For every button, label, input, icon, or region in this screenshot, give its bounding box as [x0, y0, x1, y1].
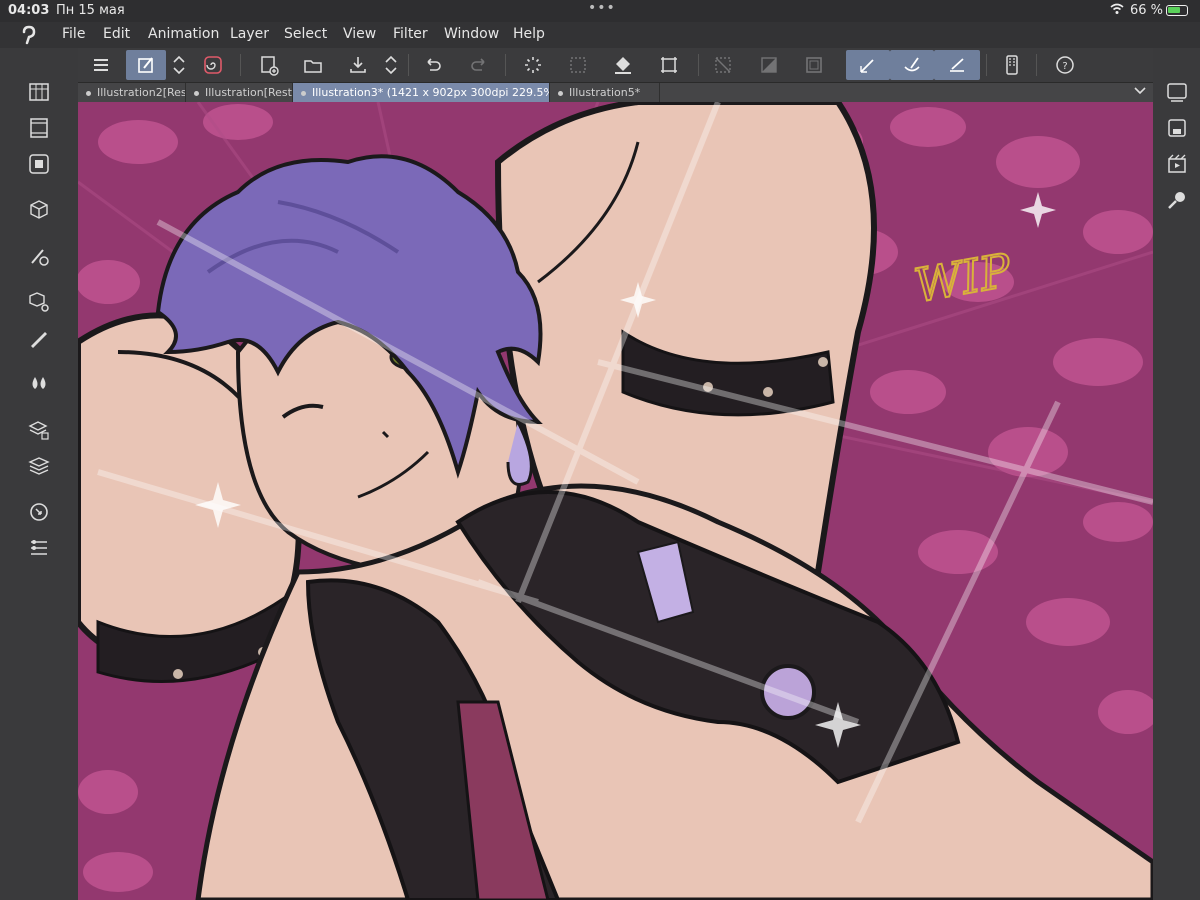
command-bar: »« ›» ? ‹ »«	[0, 48, 1200, 83]
menu-file[interactable]: File	[62, 26, 85, 42]
redo-icon[interactable]	[464, 50, 494, 80]
animation-icon[interactable]	[1165, 152, 1189, 176]
brush-settings-icon[interactable]	[27, 244, 51, 268]
battery-percent: 66 %	[1130, 3, 1164, 18]
menu-view[interactable]: View	[343, 26, 376, 42]
tab-illustration[interactable]: Illustration[Resto	[186, 83, 293, 102]
tab-illustration3[interactable]: Illustration3* (1421 x 902px 300dpi 229.…	[293, 83, 550, 102]
help-icon[interactable]: ?	[1050, 50, 1080, 80]
transform-select-icon[interactable]	[563, 50, 593, 80]
loading-icon[interactable]	[518, 50, 548, 80]
edit-mode-icon[interactable]	[126, 50, 166, 80]
toolbar-divider	[698, 54, 699, 76]
toolbar-divider	[408, 54, 409, 76]
left-palette-dock	[0, 48, 78, 900]
pencil-icon[interactable]	[27, 326, 51, 350]
multitask-dots[interactable]: •••	[588, 0, 616, 16]
tab-label: Illustration[Resto	[205, 86, 293, 99]
status-time: 04:03	[8, 3, 50, 18]
status-date: Пн 15 мая	[56, 3, 125, 18]
crop-icon[interactable]	[654, 50, 684, 80]
tab-label: Illustration5*	[569, 86, 641, 99]
tabs-dropdown-chevron-icon[interactable]	[1133, 83, 1147, 100]
tab-close-dot-icon[interactable]	[86, 90, 91, 96]
menu-help[interactable]: Help	[513, 26, 545, 42]
menu-animation[interactable]: Animation	[148, 26, 219, 42]
updown-icon[interactable]	[380, 50, 402, 80]
color-drops-icon[interactable]	[27, 372, 51, 396]
tab-close-dot-icon[interactable]	[194, 90, 199, 96]
ruler-snap-icon[interactable]	[846, 50, 890, 80]
tab-illustration5[interactable]: Illustration5*	[550, 83, 660, 102]
toolbar-divider	[986, 54, 987, 76]
brush-snap-icon[interactable]	[890, 50, 934, 80]
document-tabs: Illustration2[Res Illustration[Resto Ill…	[78, 83, 1153, 102]
material-icon[interactable]	[27, 418, 51, 442]
svg-text:?: ?	[1062, 61, 1067, 72]
tab-illustration2[interactable]: Illustration2[Res	[78, 83, 186, 102]
panel-icon[interactable]	[1165, 80, 1189, 104]
navigator-icon[interactable]	[27, 152, 51, 176]
toolbar-divider	[505, 54, 506, 76]
line-snap-icon[interactable]	[934, 50, 980, 80]
toolbar-divider	[1036, 54, 1037, 76]
new-canvas-icon[interactable]	[254, 50, 284, 80]
status-bar: 04:03 Пн 15 мая ••• 66 %	[0, 0, 1200, 22]
tab-close-dot-icon[interactable]	[558, 90, 563, 96]
right-palette-dock	[1153, 48, 1200, 900]
app-window: 04:03 Пн 15 мая ••• 66 % File Edit Anima…	[0, 0, 1200, 900]
battery-icon	[1166, 5, 1188, 16]
updown-icon[interactable]	[168, 50, 190, 80]
wifi-icon	[1110, 3, 1124, 18]
menu-window[interactable]: Window	[444, 26, 499, 42]
smartphone-icon[interactable]	[997, 50, 1027, 80]
3d-settings-icon[interactable]	[27, 290, 51, 314]
menu-edit[interactable]: Edit	[103, 26, 130, 42]
app-logo-icon[interactable]	[18, 24, 40, 46]
toolbar-divider	[240, 54, 241, 76]
brush-icon[interactable]	[1165, 188, 1189, 212]
grid-icon[interactable]	[27, 80, 51, 104]
menu-icon[interactable]	[86, 50, 116, 80]
layer-property-icon[interactable]	[27, 536, 51, 560]
tab-label: Illustration3* (1421 x 902px 300dpi 229.…	[312, 86, 550, 99]
tab-close-dot-icon[interactable]	[301, 90, 306, 96]
artwork: WIP	[78, 102, 1153, 900]
save-icon[interactable]	[343, 50, 373, 80]
menu-select[interactable]: Select	[284, 26, 327, 42]
border-icon[interactable]	[799, 50, 829, 80]
drawing-canvas[interactable]: WIP	[78, 102, 1153, 900]
undo-icon[interactable]	[418, 50, 448, 80]
tab-label: Illustration2[Res	[97, 86, 186, 99]
invert-icon[interactable]	[754, 50, 784, 80]
3d-cube-icon[interactable]	[27, 198, 51, 222]
search-layer-icon[interactable]	[27, 500, 51, 524]
menu-layer[interactable]: Layer	[230, 26, 269, 42]
spiral-icon[interactable]	[198, 50, 228, 80]
menu-bar: File Edit Animation Layer Select View Fi…	[0, 22, 1200, 48]
open-folder-icon[interactable]	[298, 50, 328, 80]
menu-filter[interactable]: Filter	[393, 26, 428, 42]
deselect-icon[interactable]	[708, 50, 738, 80]
save-panel-icon[interactable]	[1165, 116, 1189, 140]
filmstrip-icon[interactable]	[27, 116, 51, 140]
layers-icon[interactable]	[27, 454, 51, 478]
fill-bucket-icon[interactable]	[608, 50, 638, 80]
